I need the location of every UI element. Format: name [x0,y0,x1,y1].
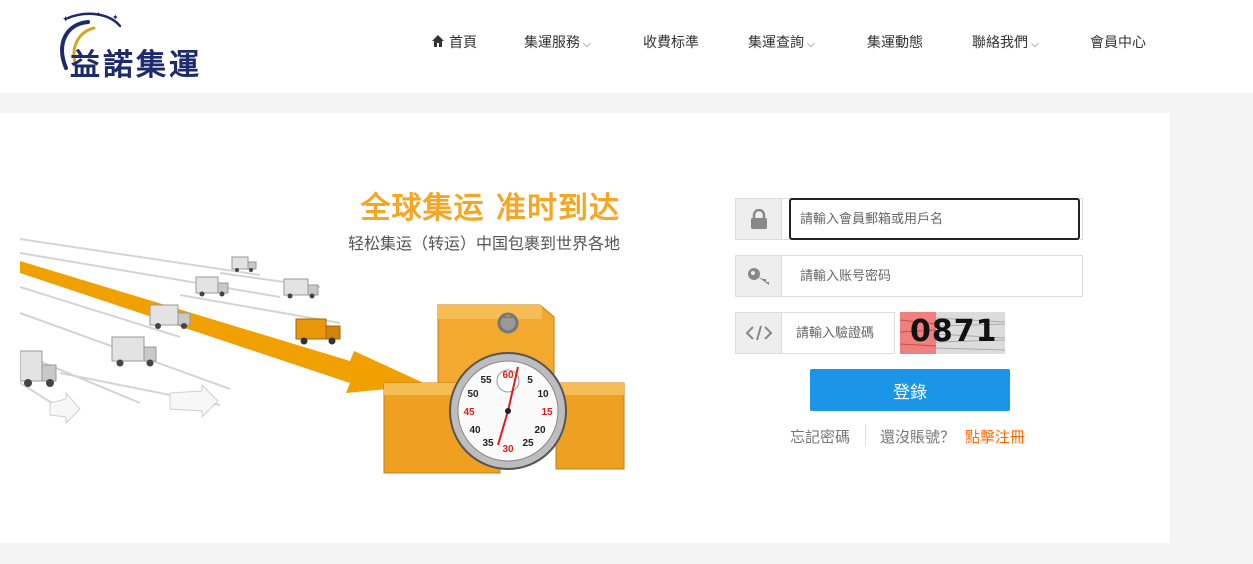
nav-tracking[interactable]: 集運查詢 ⌵ [748,33,815,55]
dial-number-55: 55 [480,375,492,386]
chevron-down-icon: ⌵ [1031,39,1039,50]
key-icon [747,268,769,285]
register-link[interactable]: 點擊注冊 [965,426,1025,447]
svg-text:✦: ✦ [96,11,101,18]
svg-text:✦: ✦ [112,13,119,22]
dial-number-30: 30 [502,444,514,455]
chevron-down-icon: ⌵ [583,39,591,50]
dial-number-10: 10 [537,389,549,400]
nav-fees-label: 收費标準 [643,35,699,51]
captcha-field [735,312,895,354]
dial-number-45: 45 [463,407,475,418]
login-card: 全球集运 准时到达 轻松集运（转运）中国包裹到世界各地 60 5 10 15 2… [0,113,1170,543]
username-input[interactable] [800,199,1070,239]
dial-number-15: 15 [541,407,553,418]
nav-news-label: 集運動態 [867,35,923,51]
link-divider [865,424,866,446]
nav-tracking-label: 集運查詢 [748,35,804,51]
nav-home-label: 首頁 [449,35,477,51]
captcha-code: 0871 [910,314,998,349]
password-input[interactable] [800,256,1070,296]
hero-title: 全球集运 准时到达 [360,191,620,226]
dial-number-60: 60 [502,370,514,381]
nav-contact[interactable]: 聯絡我們 ⌵ [972,33,1039,55]
nav-fees[interactable]: 收費标準 [643,33,699,53]
header: ✦ ✦ ✦ 益諾集運 首頁 集運服務 ⌵ 收費标準 集運查詢 ⌵ 集運動態 聯絡我們… [0,0,1253,93]
no-account-text: 還沒賬號？ [880,428,956,446]
captcha-image[interactable]: 0871 [900,312,1005,354]
nav-services[interactable]: 集運服務 ⌵ [524,33,591,55]
nav-services-label: 集運服務 [524,35,580,51]
captcha-input[interactable] [796,313,892,353]
nav-news[interactable]: 集運動態 [867,33,923,53]
white-arrows [49,383,219,425]
svg-text:✦: ✦ [62,15,70,25]
password-field [735,255,1083,297]
password-addon [736,256,782,296]
dial-number-5: 5 [527,375,533,386]
nav-member-label: 會員中心 [1090,35,1146,51]
dial-number-50: 50 [467,389,479,400]
logistics-illustration: 60 5 10 15 20 25 30 35 40 45 50 55 [20,238,625,474]
main-nav: 首頁 集運服務 ⌵ 收費标準 集運查詢 ⌵ 集運動態 聯絡我們 ⌵ 會員中心 [0,33,1253,53]
nav-member[interactable]: 會員中心 [1090,33,1146,53]
lock-icon [750,209,767,229]
nav-contact-label: 聯絡我們 [972,35,1028,51]
dial-number-35: 35 [482,438,494,449]
nav-home[interactable]: 首頁 [431,33,477,53]
chevron-down-icon: ⌵ [807,39,815,50]
username-field [735,198,1083,240]
captcha-addon [736,313,782,353]
orange-arrow [20,261,428,393]
dial-number-25: 25 [522,438,534,449]
dial-number-20: 20 [534,425,546,436]
username-addon [736,199,782,239]
code-icon [745,325,772,341]
dial-number-40: 40 [469,425,481,436]
login-button[interactable]: 登錄 [810,369,1010,411]
forgot-password-link[interactable]: 忘記密碼 [790,426,850,447]
home-icon [432,35,444,47]
